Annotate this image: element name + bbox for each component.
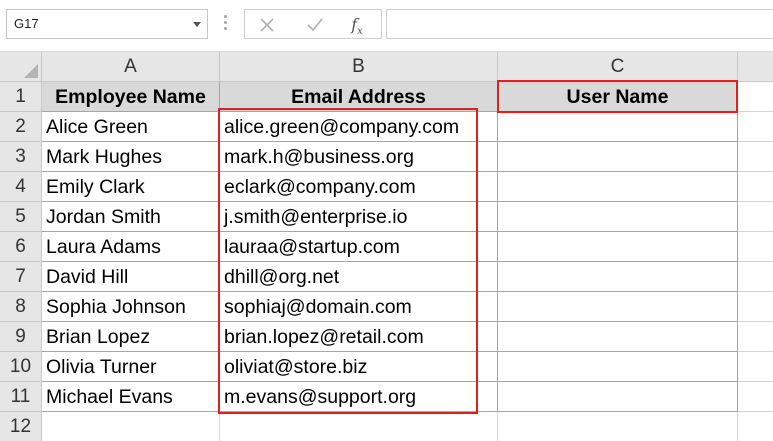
column-header-filler xyxy=(738,52,773,82)
row-header-1[interactable]: 1 xyxy=(0,82,42,112)
table-cell-a5[interactable]: Jordan Smith xyxy=(42,202,220,232)
table-cell-b5[interactable]: j.smith@enterprise.io xyxy=(220,202,498,232)
column-header-a[interactable]: A xyxy=(42,52,220,82)
cell-filler[interactable] xyxy=(738,172,773,202)
row-header-7[interactable]: 7 xyxy=(0,262,42,292)
table-cell-b7[interactable]: dhill@org.net xyxy=(220,262,498,292)
row-header-3[interactable]: 3 xyxy=(0,142,42,172)
cell-filler[interactable] xyxy=(738,112,773,142)
chevron-down-icon[interactable] xyxy=(193,22,201,27)
cell-filler[interactable] xyxy=(738,142,773,172)
cell-filler[interactable] xyxy=(738,382,773,412)
table-cell-b8[interactable]: sophiaj@domain.com xyxy=(220,292,498,322)
cell-b12[interactable] xyxy=(220,412,498,441)
table-cell-c5[interactable] xyxy=(498,202,738,232)
table-cell-c10[interactable] xyxy=(498,352,738,382)
table-cell-a9[interactable]: Brian Lopez xyxy=(42,322,220,352)
column-header-c[interactable]: C xyxy=(498,52,738,82)
cell-filler[interactable] xyxy=(738,232,773,262)
row-header-2[interactable]: 2 xyxy=(0,112,42,142)
table-cell-c4[interactable] xyxy=(498,172,738,202)
formula-bar: G17 fx xyxy=(0,0,773,52)
spreadsheet-grid: ABC 1Employee NameEmail AddressUser Name 2… xyxy=(0,52,773,441)
table-cell-b6[interactable]: lauraa@startup.com xyxy=(220,232,498,262)
table-cell-c11[interactable] xyxy=(498,382,738,412)
header-cell-c[interactable]: User Name xyxy=(498,82,738,112)
cell-filler[interactable] xyxy=(738,352,773,382)
table-cell-b4[interactable]: eclark@company.com xyxy=(220,172,498,202)
cell-filler[interactable] xyxy=(738,292,773,322)
formula-buttons: fx xyxy=(244,9,382,39)
cell-filler[interactable] xyxy=(738,412,773,441)
header-cell-b[interactable]: Email Address xyxy=(220,82,498,112)
header-cell-a[interactable]: Employee Name xyxy=(42,82,220,112)
cell-filler[interactable] xyxy=(738,322,773,352)
cell-a12[interactable] xyxy=(42,412,220,441)
row-header-6[interactable]: 6 xyxy=(0,232,42,262)
row-header-8[interactable]: 8 xyxy=(0,292,42,322)
table-cell-c8[interactable] xyxy=(498,292,738,322)
formula-input[interactable] xyxy=(386,9,773,39)
row-header-5[interactable]: 5 xyxy=(0,202,42,232)
name-box[interactable]: G17 xyxy=(6,9,208,39)
table-cell-c2[interactable] xyxy=(498,112,738,142)
table-cell-b2[interactable]: alice.green@company.com xyxy=(220,112,498,142)
select-all-button[interactable] xyxy=(0,52,42,82)
row-header-9[interactable]: 9 xyxy=(0,322,42,352)
row-header-12[interactable]: 12 xyxy=(0,412,42,441)
table-cell-c9[interactable] xyxy=(498,322,738,352)
enter-icon[interactable] xyxy=(303,14,327,36)
row-header-11[interactable]: 11 xyxy=(0,382,42,412)
fx-icon[interactable]: fx xyxy=(345,14,369,36)
table-cell-b11[interactable]: m.evans@support.org xyxy=(220,382,498,412)
table-cell-a7[interactable]: David Hill xyxy=(42,262,220,292)
table-cell-c3[interactable] xyxy=(498,142,738,172)
table-cell-c6[interactable] xyxy=(498,232,738,262)
table-cell-c7[interactable] xyxy=(498,262,738,292)
cancel-icon[interactable] xyxy=(255,14,279,36)
cell-filler[interactable] xyxy=(738,202,773,232)
table-cell-b3[interactable]: mark.h@business.org xyxy=(220,142,498,172)
column-header-b[interactable]: B xyxy=(220,52,498,82)
row-header-4[interactable]: 4 xyxy=(0,172,42,202)
table-cell-a6[interactable]: Laura Adams xyxy=(42,232,220,262)
table-cell-a3[interactable]: Mark Hughes xyxy=(42,142,220,172)
table-cell-a2[interactable]: Alice Green xyxy=(42,112,220,142)
cell-filler[interactable] xyxy=(738,262,773,292)
cell-c12[interactable] xyxy=(498,412,738,441)
table-cell-b9[interactable]: brian.lopez@retail.com xyxy=(220,322,498,352)
name-box-value: G17 xyxy=(14,16,39,31)
row-header-10[interactable]: 10 xyxy=(0,352,42,382)
table-cell-b10[interactable]: oliviat@store.biz xyxy=(220,352,498,382)
drag-handle-icon[interactable] xyxy=(224,15,227,33)
table-cell-a8[interactable]: Sophia Johnson xyxy=(42,292,220,322)
table-cell-a11[interactable]: Michael Evans xyxy=(42,382,220,412)
table-cell-a10[interactable]: Olivia Turner xyxy=(42,352,220,382)
table-cell-a4[interactable]: Emily Clark xyxy=(42,172,220,202)
cell-filler[interactable] xyxy=(738,82,773,112)
